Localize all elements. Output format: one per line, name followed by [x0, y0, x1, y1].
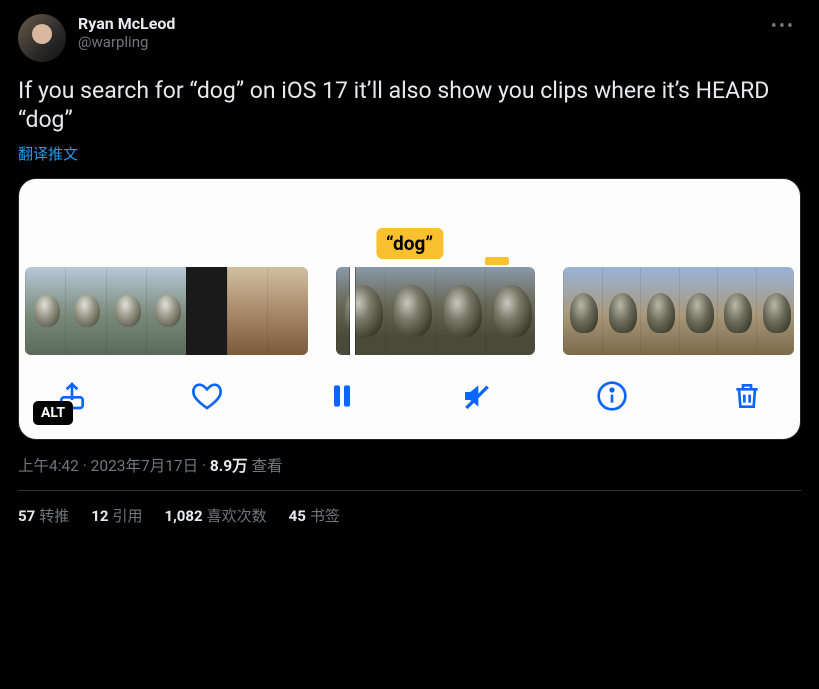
handle: @warpling	[78, 33, 765, 51]
timeline-row[interactable]	[19, 265, 800, 357]
stats-row: 57转推 12引用 1,082喜欢次数 45书签	[18, 491, 801, 540]
views-count: 8.9万	[210, 457, 248, 475]
video-frame	[146, 267, 186, 355]
video-frame	[602, 267, 640, 355]
video-frame	[65, 267, 105, 355]
video-frame	[485, 267, 535, 355]
playhead-icon[interactable]	[350, 267, 355, 355]
clip-group-right[interactable]	[563, 267, 794, 355]
clip-group-left[interactable]	[25, 267, 308, 355]
tweet-text: If you search for “dog” on iOS 17 it’ll …	[18, 76, 801, 135]
video-frame	[336, 267, 386, 355]
author-names[interactable]: Ryan McLeod @warpling	[78, 14, 765, 51]
clip-group-main[interactable]	[336, 267, 536, 355]
media-card[interactable]: “dog”	[18, 178, 801, 440]
video-frame	[25, 267, 65, 355]
trash-icon[interactable]	[728, 377, 766, 415]
display-name: Ryan McLeod	[78, 14, 765, 33]
avatar[interactable]	[18, 14, 66, 62]
playhead-marker	[485, 257, 509, 265]
media-toolbar	[19, 357, 800, 423]
meta-row: 上午4:42 · 2023年7月17日 · 8.9万 查看	[18, 454, 801, 491]
stat-likes[interactable]: 1,082喜欢次数	[164, 505, 266, 526]
video-frame	[435, 267, 485, 355]
caption-pill: “dog”	[376, 228, 443, 259]
video-frame	[640, 267, 678, 355]
translate-link[interactable]: 翻译推文	[18, 143, 78, 164]
video-frame	[717, 267, 755, 355]
more-icon[interactable]: •••	[765, 14, 801, 47]
heart-icon[interactable]	[188, 377, 226, 415]
stat-retweets[interactable]: 57转推	[18, 505, 69, 526]
video-frame	[385, 267, 435, 355]
video-frame	[106, 267, 146, 355]
video-frame	[756, 267, 794, 355]
post-date[interactable]: 2023年7月17日	[91, 457, 198, 475]
alt-badge[interactable]: ALT	[33, 401, 73, 425]
video-frame	[563, 267, 601, 355]
tweet-container: Ryan McLeod @warpling ••• If you search …	[0, 0, 819, 548]
tweet-header: Ryan McLeod @warpling •••	[18, 14, 801, 62]
video-frame	[227, 267, 267, 355]
video-frame	[267, 267, 307, 355]
stat-bookmarks[interactable]: 45书签	[289, 505, 340, 526]
info-icon[interactable]	[593, 377, 631, 415]
video-frame	[679, 267, 717, 355]
views-label: 查看	[252, 457, 283, 475]
video-frame	[186, 267, 226, 355]
post-time[interactable]: 上午4:42	[18, 457, 79, 475]
stat-quotes[interactable]: 12引用	[91, 505, 142, 526]
mute-icon[interactable]	[458, 377, 496, 415]
pause-icon[interactable]	[323, 377, 361, 415]
media-top: “dog”	[19, 179, 800, 265]
